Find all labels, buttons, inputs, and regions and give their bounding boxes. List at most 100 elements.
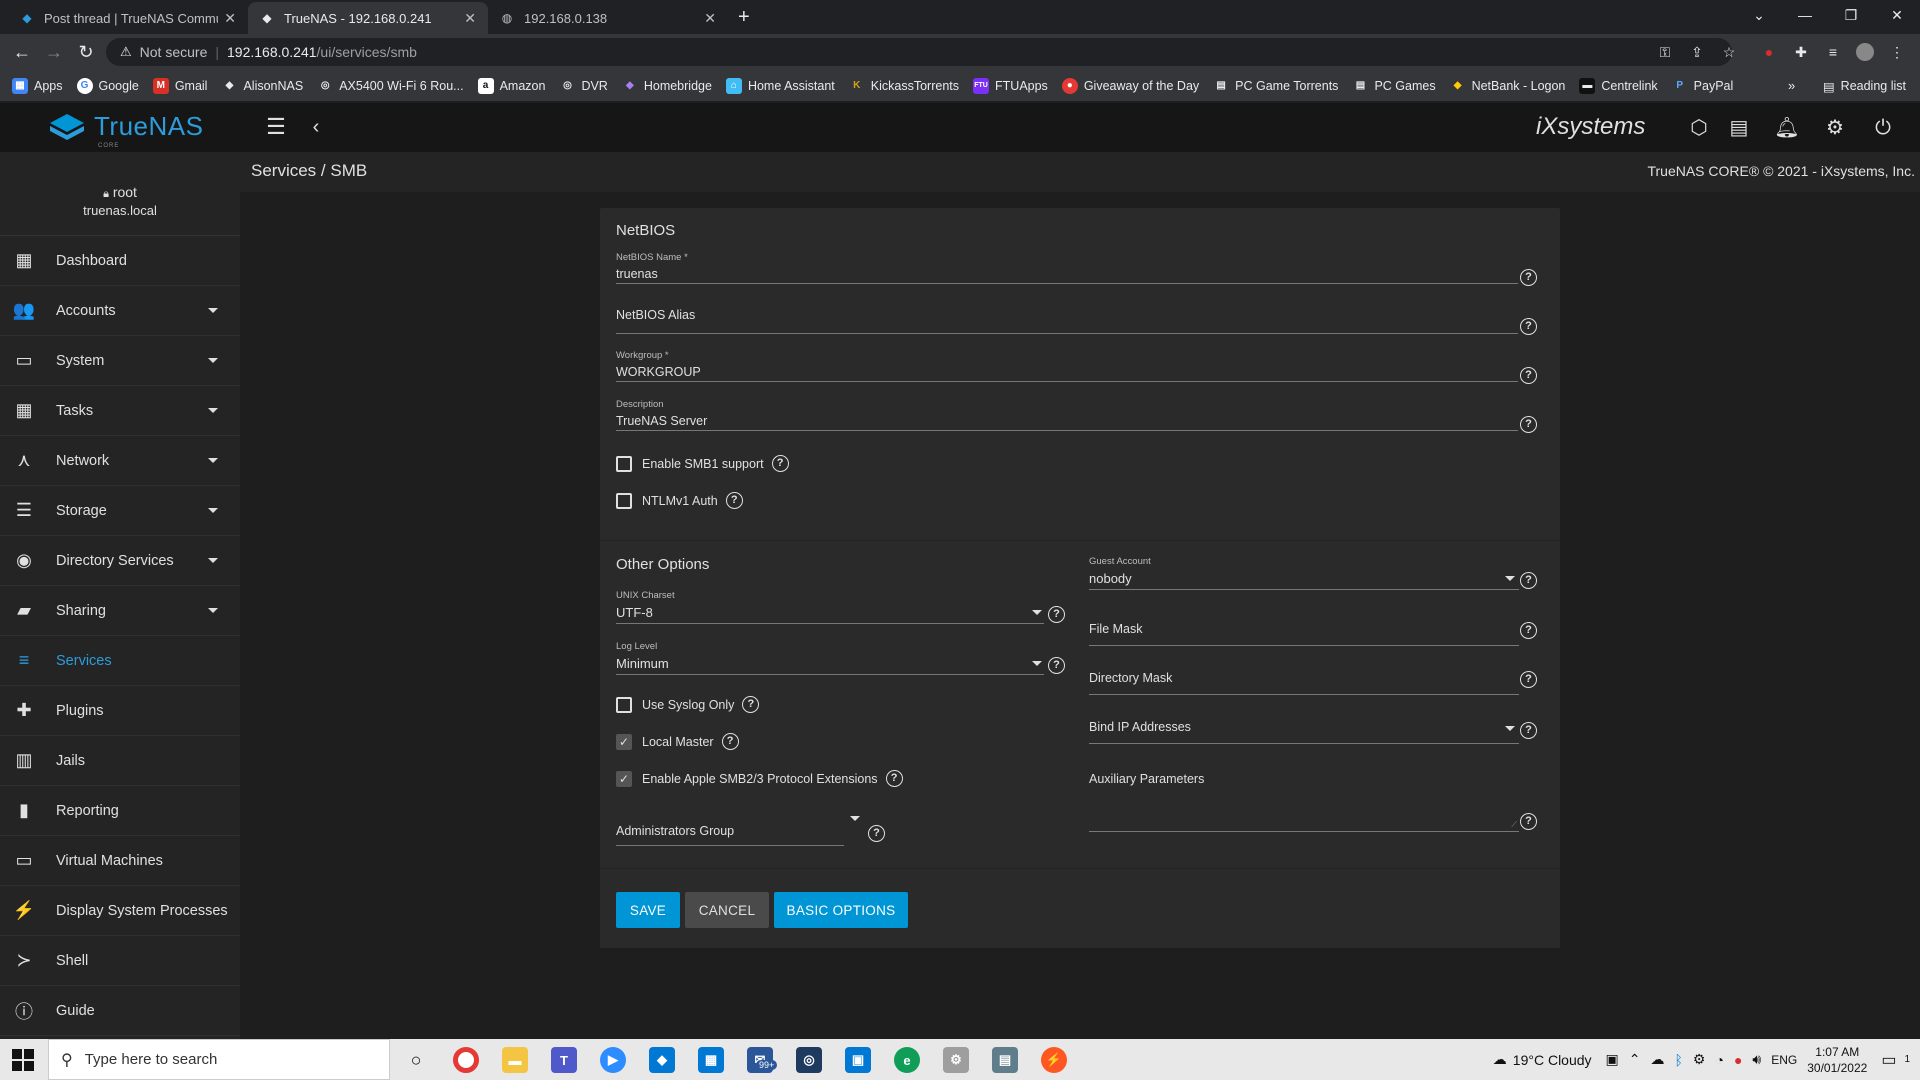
weather-text[interactable]: 19°C Cloudy bbox=[1513, 1052, 1592, 1068]
chevron-down-icon[interactable] bbox=[850, 816, 860, 821]
more-menu-icon[interactable]: ⋮ bbox=[1888, 43, 1906, 61]
cortana-icon[interactable]: ○ bbox=[403, 1047, 429, 1073]
help-icon[interactable]: ? bbox=[868, 825, 885, 842]
breadcrumb[interactable]: Services / SMB bbox=[251, 161, 367, 181]
checkbox-box[interactable]: ✓ bbox=[616, 770, 632, 787]
volume-icon[interactable]: 🔊︎ bbox=[1752, 1051, 1761, 1068]
back-arrow-icon[interactable]: ← bbox=[10, 40, 34, 64]
sidebar-item-shell[interactable]: ≻ Shell bbox=[0, 936, 240, 986]
bookmark-pc-game-torrents[interactable]: ▤ PC Game Torrents bbox=[1213, 78, 1338, 94]
sidebar-item-storage[interactable]: ☰ Storage bbox=[0, 486, 240, 536]
bookmark-amazon[interactable]: a Amazon bbox=[477, 77, 545, 94]
cancel-button[interactable]: CANCEL bbox=[685, 892, 769, 928]
forward-arrow-icon[interactable]: → bbox=[42, 40, 66, 64]
save-button[interactable]: SAVE bbox=[616, 892, 680, 928]
help-icon[interactable]: ? bbox=[721, 733, 739, 750]
chrome-icon[interactable] bbox=[453, 1047, 479, 1073]
help-icon[interactable]: ? bbox=[885, 770, 903, 787]
sidebar-item-accounts[interactable]: 👥 Accounts bbox=[0, 286, 240, 336]
help-icon[interactable]: ? bbox=[742, 696, 760, 713]
extensions-icon[interactable]: ✚ bbox=[1792, 43, 1810, 61]
checkbox-box[interactable] bbox=[616, 696, 632, 713]
basic-options-button[interactable]: BASIC OPTIONS bbox=[774, 892, 908, 928]
browser-tab-community[interactable]: ◆ Post thread | TrueNAS Communi ✕ bbox=[8, 2, 248, 34]
new-tab-button[interactable]: + bbox=[738, 6, 750, 29]
sidebar-item-network[interactable]: ⋏ Network bbox=[0, 436, 240, 486]
bookmark-netbank[interactable]: ◆ NetBank - Logon bbox=[1450, 78, 1566, 94]
log-level-select[interactable]: Log Level Minimum bbox=[616, 641, 1044, 675]
help-icon[interactable]: ? bbox=[1048, 657, 1065, 674]
apple-extensions-checkbox[interactable]: ✓ Enable Apple SMB2/3 Protocol Extension… bbox=[616, 770, 903, 787]
close-icon[interactable]: ✕ bbox=[704, 10, 716, 27]
bookmark-paypal[interactable]: P PayPal bbox=[1672, 78, 1733, 94]
app-icon[interactable]: ▤ bbox=[992, 1047, 1018, 1073]
bookmark-homebridge[interactable]: ◆ Homebridge bbox=[622, 78, 712, 94]
teams-icon[interactable]: T bbox=[551, 1047, 577, 1073]
sidebar-item-tasks[interactable]: ▦ Tasks bbox=[0, 386, 240, 436]
app-icon[interactable]: ◆ bbox=[649, 1047, 675, 1073]
sidebar-item-system[interactable]: ▭ System bbox=[0, 336, 240, 386]
store-icon[interactable]: ▣ bbox=[845, 1047, 871, 1073]
sidebar-item-dashboard[interactable]: ▦ Dashboard bbox=[0, 236, 240, 286]
help-icon[interactable]: ? bbox=[771, 455, 789, 472]
description-field[interactable]: Description TrueNAS Server bbox=[616, 399, 1518, 431]
antivirus-icon[interactable]: ● bbox=[1734, 1052, 1742, 1068]
gear-icon[interactable]: ⚙ bbox=[1822, 115, 1848, 141]
close-window-button[interactable]: ✕ bbox=[1874, 0, 1920, 30]
bookmark-ftuapps[interactable]: FTU FTUApps bbox=[973, 77, 1048, 94]
close-icon[interactable]: ✕ bbox=[224, 10, 236, 27]
checkbox-box[interactable] bbox=[616, 492, 632, 509]
sidebar-item-display-system-processes[interactable]: ⚡ Display System Processes bbox=[0, 886, 240, 936]
sidebar-item-virtual-machines[interactable]: ▭ Virtual Machines bbox=[0, 836, 240, 886]
file-explorer-icon[interactable]: ▬ bbox=[502, 1047, 528, 1073]
sidebar-item-jails[interactable]: ▥ Jails bbox=[0, 736, 240, 786]
lightning-app-icon[interactable]: ⚡ bbox=[1041, 1047, 1067, 1073]
bookmark-gmail[interactable]: M Gmail bbox=[152, 77, 207, 94]
help-icon[interactable]: ? bbox=[725, 492, 743, 509]
sidebar-item-plugins[interactable]: ✚ Plugins bbox=[0, 686, 240, 736]
directory-mask-field[interactable]: Directory Mask bbox=[1089, 671, 1519, 695]
tray-icon[interactable]: ⚙ bbox=[1693, 1051, 1706, 1068]
minimize-button[interactable]: — bbox=[1782, 0, 1828, 30]
settings-app-icon[interactable]: ⚙ bbox=[943, 1047, 969, 1073]
bind-ip-select[interactable]: Bind IP Addresses bbox=[1089, 720, 1519, 744]
chevron-up-icon[interactable]: ⌃ bbox=[1629, 1051, 1641, 1068]
help-icon[interactable]: ? bbox=[1520, 416, 1537, 433]
app-icon[interactable]: ◎ bbox=[796, 1047, 822, 1073]
ntlmv1-checkbox[interactable]: NTLMv1 Auth ? bbox=[616, 492, 743, 509]
bookmark-dvr[interactable]: ◎ DVR bbox=[559, 78, 608, 94]
power-icon[interactable]: ⏻ bbox=[1870, 115, 1896, 141]
restore-button[interactable]: ❐ bbox=[1828, 0, 1874, 30]
bookmark-centrelink[interactable]: ▬ Centrelink bbox=[1579, 77, 1658, 94]
workgroup-field[interactable]: Workgroup * WORKGROUP bbox=[616, 350, 1518, 382]
file-mask-field[interactable]: File Mask bbox=[1089, 622, 1519, 646]
address-bar[interactable]: ⚠ Not secure | 192.168.0.241 /ui/service… bbox=[106, 38, 1732, 66]
sidebar-item-services[interactable]: ≡ Services bbox=[0, 636, 240, 686]
help-icon[interactable]: ? bbox=[1520, 367, 1537, 384]
windows-start-button[interactable] bbox=[12, 1049, 34, 1071]
bookmark-google[interactable]: G Google bbox=[76, 77, 139, 94]
tab-search-icon[interactable]: ⌄ bbox=[1736, 0, 1782, 30]
share-icon[interactable]: ⇪ bbox=[1688, 43, 1706, 61]
help-icon[interactable]: ? bbox=[1048, 606, 1065, 623]
bookmark-pc-games[interactable]: ▤ PC Games bbox=[1352, 78, 1436, 94]
netbios-alias-field[interactable]: NetBIOS Alias bbox=[616, 308, 1518, 334]
help-icon[interactable]: ? bbox=[1520, 813, 1537, 830]
key-icon[interactable]: ⚿ bbox=[1656, 43, 1674, 61]
wifi-icon[interactable]: ◔ bbox=[1715, 1052, 1723, 1068]
zoom-icon[interactable]: ▶ bbox=[600, 1047, 626, 1073]
chevron-left-icon[interactable]: ‹ bbox=[306, 115, 326, 139]
checkbox-box[interactable]: ✓ bbox=[616, 733, 632, 750]
language-indicator[interactable]: ENG bbox=[1771, 1053, 1797, 1067]
ublock-icon[interactable]: ● bbox=[1760, 43, 1778, 61]
resize-handle-icon[interactable]: ⟋ bbox=[1511, 820, 1517, 830]
hamburger-menu-icon[interactable]: ☰ bbox=[264, 115, 288, 139]
truenas-logo[interactable]: TrueNAS CORE bbox=[48, 111, 203, 149]
bookmark-kickass[interactable]: K KickassTorrents bbox=[849, 78, 959, 94]
sidebar-item-directory-services[interactable]: ◉ Directory Services bbox=[0, 536, 240, 586]
tray-icon[interactable]: ▣ bbox=[1606, 1051, 1619, 1068]
sidebar-item-sharing[interactable]: ▰ Sharing bbox=[0, 586, 240, 636]
bookmark-alisonnas[interactable]: ◆ AlisonNAS bbox=[221, 78, 304, 94]
reload-icon[interactable]: ↻ bbox=[74, 40, 98, 64]
help-icon[interactable]: ? bbox=[1520, 722, 1537, 739]
